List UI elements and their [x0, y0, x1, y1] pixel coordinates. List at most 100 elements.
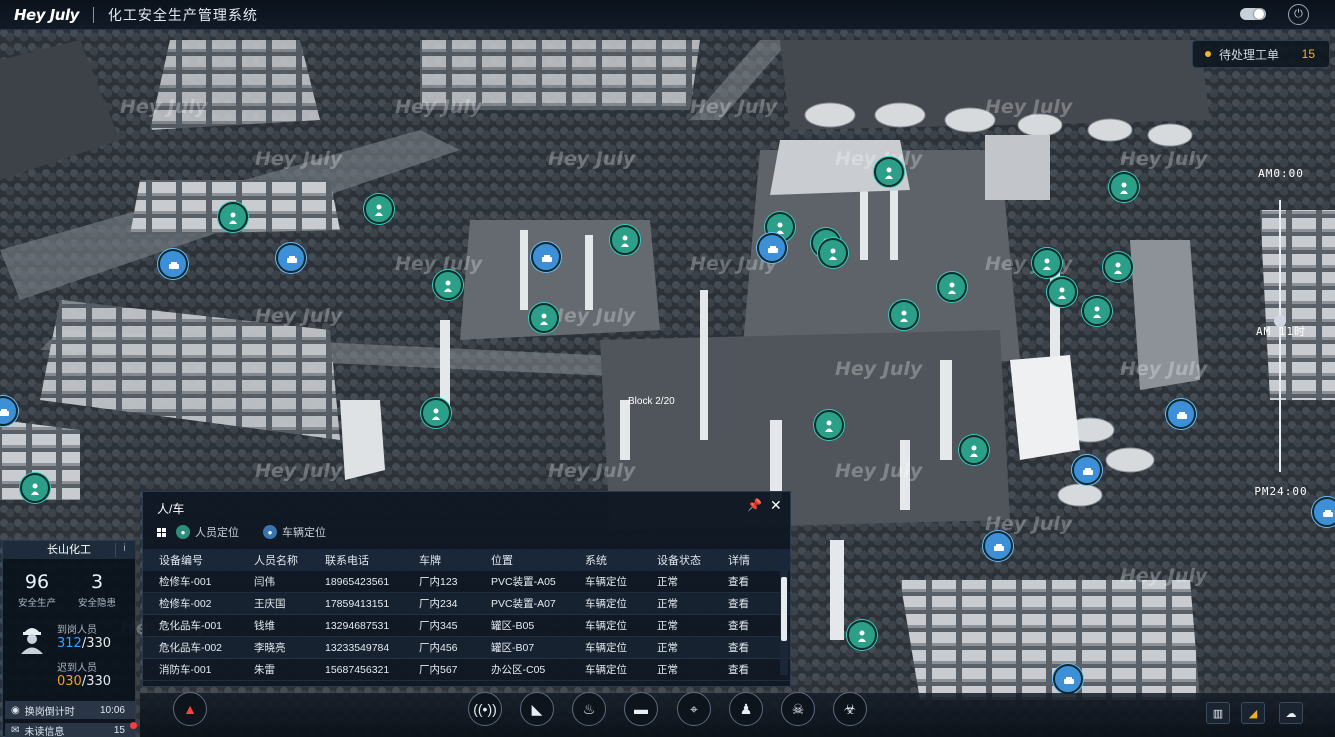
- unread-label: 未读信息: [24, 726, 65, 737]
- time-end-label: PM24:00: [1254, 485, 1308, 498]
- person-icon: [1119, 181, 1129, 194]
- logo: Hey July: [14, 5, 79, 24]
- person-icon: [884, 166, 894, 179]
- vehicle-location-marker[interactable]: [983, 531, 1013, 561]
- view-link[interactable]: 查看: [712, 662, 772, 677]
- building-button[interactable]: ▥: [1206, 702, 1230, 724]
- hazard-stat: 3 安全隐患: [67, 571, 127, 609]
- scrollbar-thumb[interactable]: [781, 577, 787, 641]
- vehicle-location-icon: ●: [263, 525, 277, 539]
- table-row[interactable]: 检修车-001 闫伟 18965423561 厂内123 PVC装置-A05 车辆定位 正常…: [143, 571, 790, 593]
- person-location-marker[interactable]: [20, 473, 50, 503]
- person-location-marker[interactable]: [364, 194, 394, 224]
- tab-label: 车辆定位: [282, 527, 326, 539]
- vehicle-location-marker[interactable]: [1053, 664, 1083, 694]
- truck-button[interactable]: ▬: [624, 692, 658, 726]
- excavator-icon: ◢: [1248, 707, 1258, 720]
- person-icon: [969, 444, 979, 457]
- view-link[interactable]: 查看: [712, 640, 772, 655]
- person-location-marker[interactable]: [1103, 252, 1133, 282]
- person-location-marker[interactable]: [1082, 296, 1112, 326]
- satellite-button[interactable]: ⌖: [677, 692, 711, 726]
- unread-messages[interactable]: ✉ 未读信息 15: [5, 723, 135, 737]
- person-icon: [1057, 286, 1067, 299]
- info-icon[interactable]: i: [115, 543, 133, 557]
- satellite-icon: ⌖: [690, 700, 698, 717]
- vehicle-location-marker[interactable]: [158, 249, 188, 279]
- table-row[interactable]: 检修车-002 王庆国 17859413151 厂内234 PVC装置-A07 车辆定位 正…: [143, 593, 790, 615]
- col-phone: 联系电话: [325, 555, 369, 567]
- person-icon: [620, 234, 630, 247]
- table-scrollbar[interactable]: [780, 571, 788, 675]
- table-row[interactable]: 危化品车-001 钱维 13294687531 厂内345 罐区-B05 车辆定位 正常 查看: [143, 615, 790, 637]
- vehicle-location-marker[interactable]: [757, 233, 787, 263]
- person-location-marker[interactable]: [959, 435, 989, 465]
- person-location-marker[interactable]: [874, 157, 904, 187]
- person-location-marker[interactable]: [937, 272, 967, 302]
- pin-icon[interactable]: 📌: [747, 498, 762, 512]
- company-stats-panel: 长山化工 i 96 安全生产 3 安全隐患 到岗人员 312/330 迟到人员 …: [2, 540, 137, 737]
- view-link[interactable]: 查看: [712, 596, 772, 611]
- person-location-marker[interactable]: [1109, 172, 1139, 202]
- col-plate: 车牌: [419, 555, 441, 567]
- cell: 车辆定位: [585, 642, 627, 654]
- broadcast-button[interactable]: ((•)): [468, 692, 502, 726]
- late-value: 030/330: [57, 674, 111, 689]
- close-button[interactable]: ✕: [770, 497, 782, 514]
- tab-vehicle-location[interactable]: ● 车辆定位: [263, 524, 326, 540]
- status-dot: [1205, 51, 1211, 57]
- power-icon: ⏻: [1294, 8, 1303, 20]
- vehicle-location-marker[interactable]: [1072, 455, 1102, 485]
- person-location-marker[interactable]: [818, 238, 848, 268]
- table-row[interactable]: 危化品车-002 李晓亮 13233549784 厂内456 罐区-B07 车辆定位 正常 查…: [143, 637, 790, 659]
- tab-person-location[interactable]: ● 人员定位: [176, 524, 239, 540]
- table-row[interactable]: 消防车-001 朱雷 15687456321 厂内567 办公区-C05 车辆定位 正常 查看: [143, 659, 790, 681]
- person-location-marker[interactable]: [218, 202, 248, 232]
- weather-button[interactable]: ☁: [1279, 702, 1303, 724]
- mail-icon: ✉: [11, 724, 20, 736]
- cell: 17859413151: [325, 597, 390, 610]
- vehicle-location-marker[interactable]: [276, 243, 306, 273]
- theme-toggle[interactable]: [1240, 8, 1266, 20]
- cell: 正常: [657, 642, 678, 654]
- fire-button[interactable]: ♨: [572, 692, 606, 726]
- time-slider[interactable]: AM0:00 AM 11时 PM24:00: [1246, 165, 1316, 505]
- toxic-button[interactable]: ☠: [781, 692, 815, 726]
- excavator-button[interactable]: ◢: [1241, 702, 1265, 724]
- safe-production-label: 安全生产: [17, 598, 56, 609]
- vehicle-location-marker[interactable]: [531, 242, 561, 272]
- person-location-marker[interactable]: [1032, 248, 1062, 278]
- countdown-label: 换岗倒计时: [24, 706, 75, 718]
- person-button[interactable]: ♟: [729, 692, 763, 726]
- person-location-marker[interactable]: [529, 303, 559, 333]
- person-location-marker[interactable]: [1047, 277, 1077, 307]
- view-link[interactable]: 查看: [712, 618, 772, 633]
- power-button[interactable]: ⏻: [1288, 4, 1309, 25]
- shift-countdown[interactable]: ◉ 换岗倒计时 10:06: [5, 701, 135, 719]
- vehicle-location-marker[interactable]: [1166, 399, 1196, 429]
- grid-view-icon[interactable]: [157, 527, 166, 537]
- car-icon: [1176, 408, 1187, 420]
- alarm-button[interactable]: ▲: [173, 692, 207, 726]
- person-location-marker[interactable]: [889, 300, 919, 330]
- person-location-marker[interactable]: [421, 398, 451, 428]
- person-location-marker[interactable]: [814, 410, 844, 440]
- car-icon: [541, 251, 552, 263]
- pending-work-orders[interactable]: 待处理工单 15: [1192, 40, 1330, 68]
- col-system: 系统: [585, 555, 607, 567]
- view-link[interactable]: 查看: [712, 574, 772, 589]
- col-person-name: 人员名称: [254, 555, 298, 567]
- biohazard-button[interactable]: ☣: [833, 692, 867, 726]
- person-icon: [228, 211, 238, 224]
- cell: PVC装置-A07: [491, 598, 556, 610]
- toggle-knob: [1254, 9, 1264, 19]
- person-icon: [1042, 257, 1052, 270]
- person-location-marker[interactable]: [847, 620, 877, 650]
- person-icon: [374, 203, 384, 216]
- camera-button[interactable]: ◣: [520, 692, 554, 726]
- col-device-status: 设备状态: [657, 555, 701, 567]
- person-location-marker[interactable]: [610, 225, 640, 255]
- cell: 王庆国: [254, 598, 286, 610]
- cell: 罐区-B07: [491, 642, 535, 654]
- person-location-marker[interactable]: [433, 270, 463, 300]
